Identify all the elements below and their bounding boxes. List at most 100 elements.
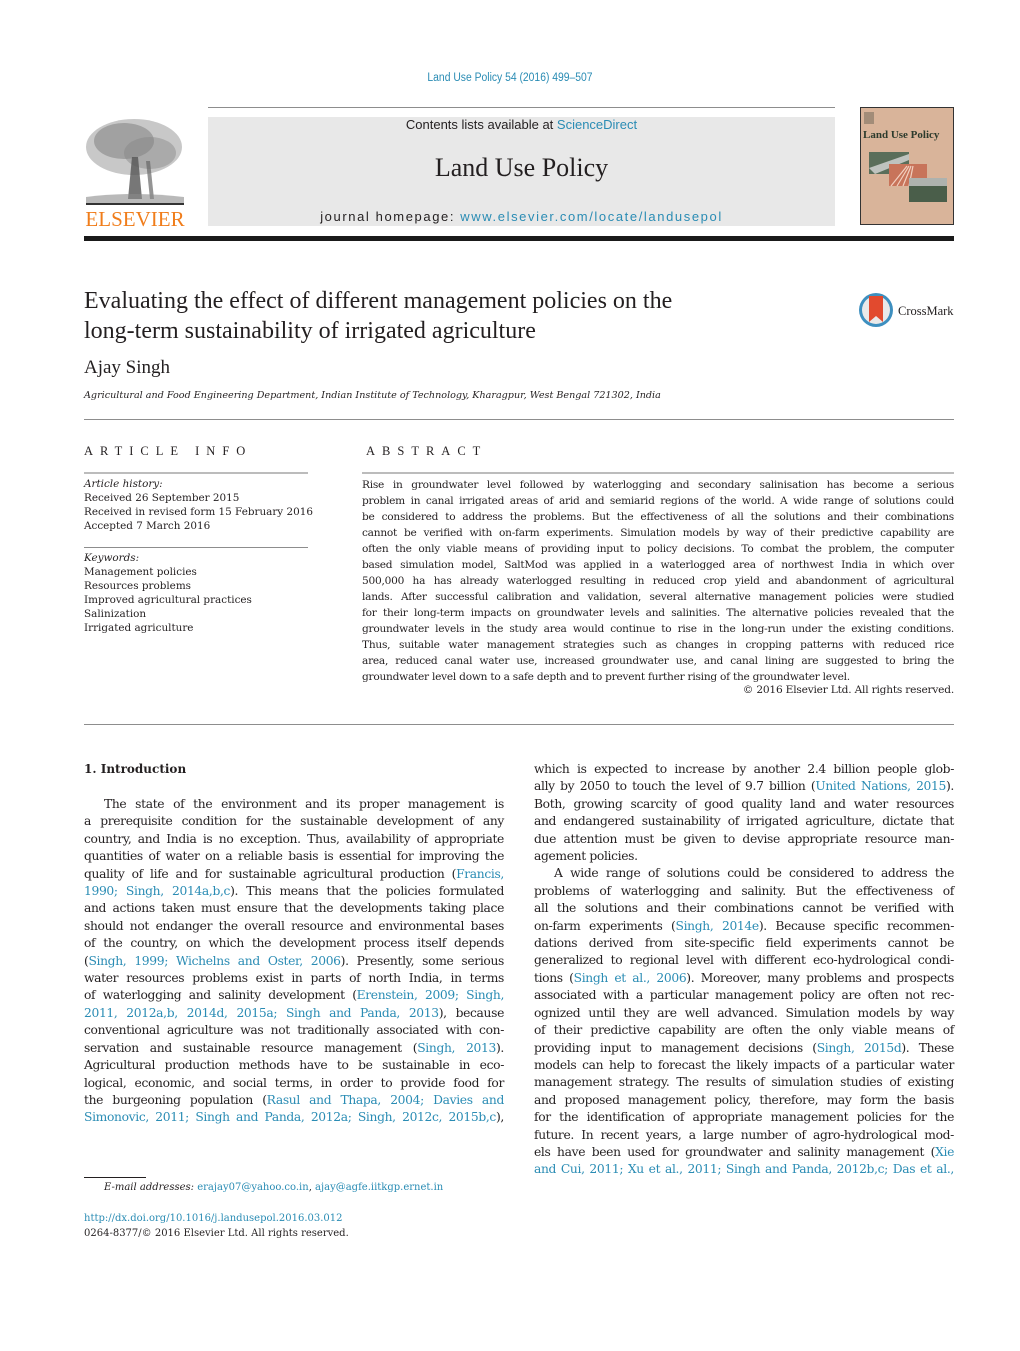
journal-citation-link[interactable]: Land Use Policy 54 (2016) 499–507 [51,72,969,84]
keyword: Improved agricultural practices [84,594,252,606]
body-text: dations derived from site-specific field… [534,936,954,951]
abstract-line: groundwater levels in the study area wou… [362,623,954,635]
body-text-line: els have been used for groundwater and s… [534,1144,954,1161]
body-text-line: (Singh, 1999; Wichelns and Oster, 2006).… [84,953,504,970]
body-text: of their predictive capability are often… [534,1023,954,1038]
citation-link[interactable]: Francis, [456,867,504,881]
history-accepted: Accepted 7 March 2016 [84,520,211,532]
body-text: Agricultural production methods have to … [84,1058,504,1073]
body-text-line: water resources problems exist in parts … [84,970,504,987]
body-text-line: Agricultural production methods have to … [84,1057,504,1074]
body-text-line: due attention must be given to devise ap… [534,831,954,848]
keywords-label: Keywords: [84,552,140,564]
abstract-line: based simulation model, SaltMod was appl… [362,559,954,571]
body-text-line: Both, growing scarcity of good quality l… [534,796,954,813]
body-text-line: country, and India is no exception. Thus… [84,831,504,848]
header-thick-rule [84,236,954,241]
citation-link[interactable]: Singh, 2013 [417,1041,496,1055]
body-text: should not endanger the overall resource… [84,918,504,933]
body-text-line: for the identification of appropriate ma… [534,1109,954,1126]
article-history-label: Article history: [84,478,163,490]
crossmark-button[interactable]: CrossMark [858,290,958,330]
body-text-line: on-farm experiments (Singh, 2014e). Beca… [534,918,954,935]
body-text-line: conventional agriculture was not traditi… [84,1022,504,1039]
body-text: future. In recent years, a large number … [534,1127,954,1142]
homepage-prefix: journal homepage: [320,209,461,224]
body-text: quality of life and for sustainable agri… [84,866,457,881]
body-text-line: should not endanger the overall resource… [84,918,504,935]
body-text: and actions taken must ensure that the d… [84,901,504,916]
footnote-rule [84,1177,146,1178]
citation-link[interactable]: Simonovic, 2011; Singh and Panda, 2012a;… [84,1110,496,1124]
body-text-line: a prerequisite condition for the sustain… [84,813,504,830]
body-text: country, and India is no exception. Thus… [84,831,504,846]
body-text: ally by 2050 to touch the level of 9.7 b… [534,779,816,794]
journal-title: Land Use Policy [434,153,609,182]
abstract-rule [362,472,954,474]
journal-cover[interactable]: Land Use Policy [860,107,954,225]
email-link[interactable]: ajay@agfe.iitkgp.ernet.in [315,1182,443,1193]
body-text: of waterlogging and salinity development… [84,988,357,1003]
keyword: Salinization [84,608,147,620]
body-text: due attention must be given to devise ap… [534,831,954,846]
email-label: E-mail addresses: [104,1182,195,1193]
body-text-line: The state of the environment and its pro… [84,796,504,813]
body-text-line: quality of life and for sustainable agri… [84,866,504,883]
body-text: management strategy. The results of simu… [534,1075,954,1090]
journal-homepage-link[interactable]: www.elsevier.com/locate/landusepol [460,209,723,224]
citation-link[interactable]: 2011, 2012a,b, 2014d, 2015a; Singh and P… [84,1006,439,1020]
citation-link[interactable]: Singh, 2014e [676,919,760,933]
body-text: ). These [901,1040,954,1055]
elsevier-logo[interactable]: ELSEVIER [84,117,186,231]
body-text: ). This means that the policies formulat… [230,884,504,899]
body-text: ). Presently, some serious [340,953,505,968]
body-text-line: and proposed management policy, therefor… [534,1092,954,1109]
abstract-line: problem in canal irrigated areas of arid… [362,495,954,507]
body-text: and proposed management policy, therefor… [534,1092,954,1107]
citation-link[interactable]: and Cui, 2011; Xu et al., 2011; Singh an… [534,1162,954,1176]
citation-link[interactable]: United Nations, 2015 [815,779,946,793]
abstract-line: for their long-term impacts on groundwat… [362,607,954,619]
citation-link[interactable]: Singh et al., 2006 [574,971,687,985]
body-text-line: of the country, on which the development… [84,935,504,952]
abstract-line: area, reduced canal water use, increased… [362,655,954,667]
issn-copyright: 0264-8377/© 2016 Elsevier Ltd. All right… [84,1228,349,1239]
introduction-heading: 1. Introduction [84,762,187,776]
article-title: Evaluating the effect of different manag… [84,286,804,346]
history-revised: Received in revised form 15 February 201… [84,506,313,518]
history-received: Received 26 September 2015 [84,492,240,504]
body-text: of the country, on which the development… [84,936,504,951]
keywords-rule [84,547,308,548]
article-info-rule [84,472,308,474]
body-text: Both, growing scarcity of good quality l… [534,796,954,811]
body-text-line: quantities of water on a reliable basis … [84,848,504,865]
elsevier-wordmark: ELSEVIER [85,207,184,229]
email-link[interactable]: erajay07@yahoo.co.in [197,1182,308,1193]
body-text-line: of waterlogging and salinity development… [84,987,504,1004]
body-text: ). [945,779,954,794]
keywords-list: Keywords: Management policies Resources … [84,551,252,635]
sciencedirect-link[interactable]: ScienceDirect [557,117,637,132]
doi-link[interactable]: http://dx.doi.org/10.1016/j.landusepol.2… [84,1213,343,1224]
body-text: A wide range of solutions could be consi… [554,866,954,881]
citation-link[interactable]: Singh, 2015d [817,1041,902,1055]
cover-title: Land Use Policy [863,129,940,141]
body-text-line: providing input to management decisions … [534,1040,954,1057]
citation-link[interactable]: 1990; Singh, 2014a,b,c [84,884,230,898]
body-text: on-farm experiments ( [534,918,676,933]
body-text-line: the burgeoning population (Rasul and Tha… [84,1092,504,1109]
body-text: for the identification of appropriate ma… [534,1110,954,1125]
citation-link[interactable]: Singh, 1999; Wichelns and Oster, 2006 [88,954,341,968]
citation-link[interactable]: Xie [935,1145,954,1159]
abstract-line: cannot be verified with on-farm experime… [362,527,954,539]
citation-link[interactable]: Rasul and Thapa, 2004; Davies and [267,1093,505,1107]
body-column-right: which is expected to increase by another… [534,761,954,1179]
keyword: Management policies [84,566,197,578]
crossmark-icon: CrossMark [859,293,954,327]
author-name: Ajay Singh [84,357,171,378]
abstract-line: lands. After successful calibration and … [362,591,954,603]
citation-link[interactable]: Erenstein, 2009; Singh, [357,988,505,1002]
body-text-line: 2011, 2012a,b, 2014d, 2015a; Singh and P… [84,1005,504,1022]
body-text: providing input to management decisions … [534,1040,817,1055]
body-text: agement policies. [534,849,638,864]
